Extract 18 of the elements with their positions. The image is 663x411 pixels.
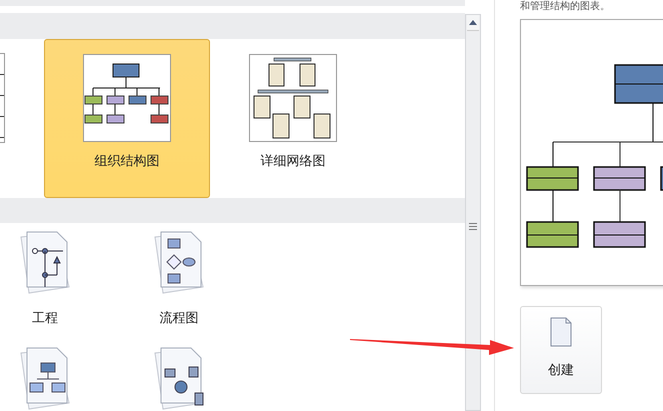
template-tile[interactable]: 详细网络图	[210, 38, 376, 198]
template-label: 详细网络图	[260, 152, 326, 170]
thumbnail-edge-icon	[0, 52, 5, 143]
template-tile[interactable]: 流程图	[144, 231, 214, 327]
template-tile[interactable]: 组织结构图	[44, 38, 210, 198]
template-label: 组织结构图	[94, 152, 160, 170]
scroll-up-button[interactable]	[467, 15, 479, 31]
create-button[interactable]: 创建	[520, 306, 602, 394]
template-description: 和管理结构的图表。	[520, 1, 611, 13]
blank-document-icon	[550, 317, 572, 347]
template-tile[interactable]: 工程	[10, 231, 80, 327]
template-label: 流程图	[160, 310, 198, 327]
org-chart-icon	[83, 54, 171, 142]
server-network-icon	[249, 54, 337, 142]
scrollbar[interactable]	[465, 14, 481, 411]
up-arrow-icon	[469, 20, 477, 25]
template-label: 工程	[32, 310, 58, 327]
grip-icon	[469, 223, 477, 230]
